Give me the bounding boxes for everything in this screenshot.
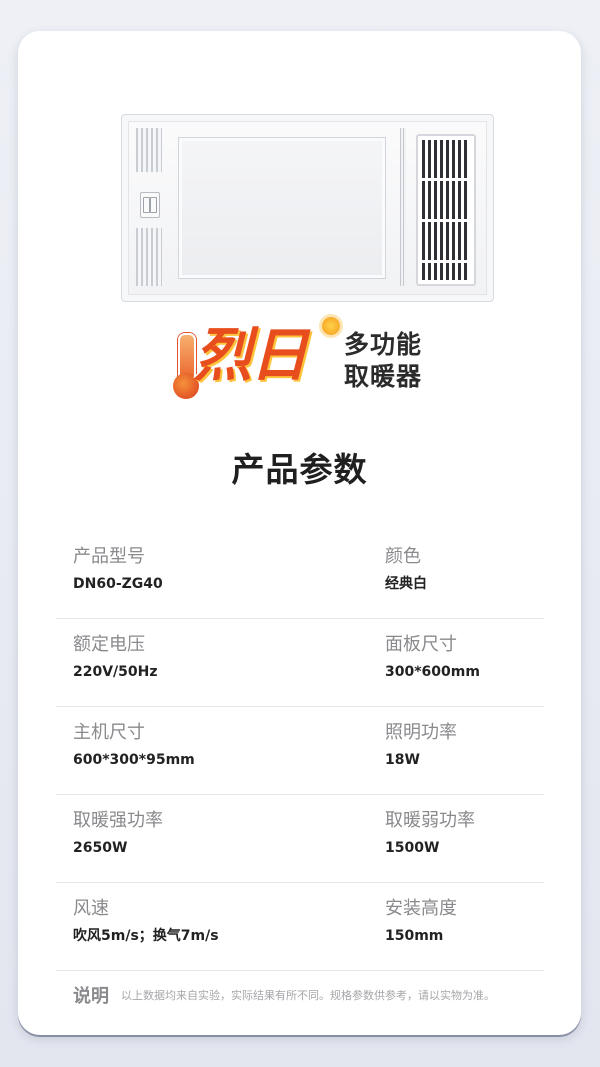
spec-row: 风速 吹风5m/s；换气7m/s 安装高度 150mm bbox=[56, 883, 544, 971]
disclaimer-note: 说明 以上数据均来自实验，实际结果有所不同。规格参数供参考，请以实物为准。 bbox=[73, 982, 553, 1008]
spec-value: DN60-ZG40 bbox=[73, 576, 163, 592]
brand-name: 烈日 bbox=[194, 321, 308, 389]
spec-cell: 安装高度 150mm bbox=[385, 897, 457, 946]
spec-label: 风速 bbox=[73, 898, 109, 919]
spec-cell: 照明功率 18W bbox=[385, 721, 457, 770]
left-vent-lower bbox=[136, 228, 162, 286]
spec-cell: 颜色 经典白 bbox=[385, 545, 427, 594]
spec-row: 取暖强功率 2650W 取暖弱功率 1500W bbox=[56, 795, 544, 883]
spec-value: 经典白 bbox=[385, 576, 427, 592]
spec-label: 主机尺寸 bbox=[73, 722, 145, 743]
spec-row: 额定电压 220V/50Hz 面板尺寸 300*600mm bbox=[56, 619, 544, 707]
spec-value: 吹风5m/s；换气7m/s bbox=[73, 928, 219, 944]
spec-label: 额定电压 bbox=[73, 634, 145, 655]
brand-subtitle: 多功能 取暖器 bbox=[344, 329, 422, 393]
light-panel bbox=[178, 137, 386, 279]
subtitle-line-2: 取暖器 bbox=[344, 362, 423, 391]
spec-row: 主机尺寸 600*300*95mm 照明功率 18W bbox=[56, 707, 544, 795]
spec-row: 产品型号 DN60-ZG40 颜色 经典白 bbox=[56, 531, 544, 619]
spec-label: 安装高度 bbox=[385, 898, 457, 919]
spec-cell: 风速 吹风5m/s；换气7m/s bbox=[73, 897, 219, 946]
fan-grille bbox=[416, 134, 476, 286]
brand-logo: 烈日 多功能 取暖器 bbox=[173, 315, 438, 399]
spec-label: 面板尺寸 bbox=[385, 634, 457, 655]
spec-label: 颜色 bbox=[385, 546, 421, 567]
sun-icon bbox=[322, 317, 340, 335]
product-image-heater-panel bbox=[121, 114, 494, 302]
subtitle-line-1: 多功能 bbox=[344, 330, 423, 359]
spec-value: 18W bbox=[385, 752, 420, 768]
spec-value: 300*600mm bbox=[385, 664, 480, 680]
spec-cell: 产品型号 DN60-ZG40 bbox=[73, 545, 163, 594]
spec-card: 烈日 多功能 取暖器 产品参数 产品型号 DN60-ZG40 颜色 经典白 额定… bbox=[18, 31, 581, 1035]
left-vent-upper bbox=[136, 128, 162, 172]
spec-value: 1500W bbox=[385, 840, 440, 856]
left-vent bbox=[136, 128, 162, 286]
section-title: 产品参数 bbox=[231, 450, 368, 489]
spec-label: 取暖弱功率 bbox=[385, 810, 475, 831]
spec-label: 取暖强功率 bbox=[73, 810, 163, 831]
spec-table: 产品型号 DN60-ZG40 颜色 经典白 额定电压 220V/50Hz 面板尺… bbox=[56, 531, 544, 971]
digital-display bbox=[140, 192, 160, 218]
spec-cell: 面板尺寸 300*600mm bbox=[385, 633, 480, 682]
note-text: 以上数据均来自实验，实际结果有所不同。规格参数供参考，请以实物为准。 bbox=[121, 989, 495, 1002]
spec-cell: 额定电压 220V/50Hz bbox=[73, 633, 158, 682]
spec-value: 220V/50Hz bbox=[73, 664, 158, 680]
note-label: 说明 bbox=[73, 986, 109, 1007]
spec-value: 600*300*95mm bbox=[73, 752, 195, 768]
side-slot bbox=[400, 128, 406, 286]
spec-value: 150mm bbox=[385, 928, 444, 944]
spec-cell: 主机尺寸 600*300*95mm bbox=[73, 721, 195, 770]
spec-value: 2650W bbox=[73, 840, 128, 856]
spec-label: 产品型号 bbox=[73, 546, 145, 567]
spec-cell: 取暖强功率 2650W bbox=[73, 809, 163, 858]
spec-cell: 取暖弱功率 1500W bbox=[385, 809, 475, 858]
spec-label: 照明功率 bbox=[385, 722, 457, 743]
